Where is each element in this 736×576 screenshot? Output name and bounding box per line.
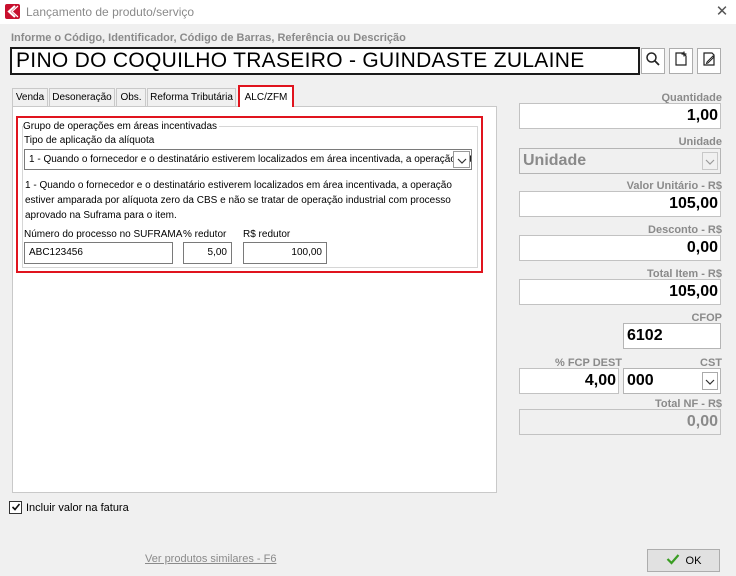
tipo-aplicacao-description: 1 - Quando o fornecedor e o destinatário… bbox=[25, 180, 452, 221]
search-button[interactable] bbox=[641, 48, 665, 74]
tab-reforma-tributaria[interactable]: Reforma Tributária bbox=[147, 88, 236, 106]
cst-dropdown-button[interactable] bbox=[702, 372, 718, 390]
cst-value: 000 bbox=[627, 372, 654, 389]
unidade-dropdown-button[interactable] bbox=[702, 152, 718, 170]
new-product-button[interactable] bbox=[669, 48, 693, 74]
suframa-label: Número do processo no SUFRAMA bbox=[24, 229, 183, 240]
chevron-down-icon bbox=[705, 149, 715, 173]
edit-product-button[interactable] bbox=[697, 48, 721, 74]
ok-label: OK bbox=[685, 554, 702, 567]
search-caption: Informe o Código, Identificador, Código … bbox=[11, 32, 406, 44]
cfop-select[interactable]: 6102 bbox=[623, 323, 721, 349]
tipo-aplicacao-dropdown-button[interactable] bbox=[453, 151, 470, 168]
cst-select[interactable]: 000 bbox=[623, 368, 721, 394]
total-nf-field: 0,00 bbox=[519, 409, 721, 435]
tab-desoneracao[interactable]: Desoneração bbox=[49, 88, 115, 106]
group-title: Grupo de operações em áreas incentivadas bbox=[23, 121, 220, 132]
edit-document-icon bbox=[701, 51, 717, 72]
checkmark-icon bbox=[11, 499, 21, 517]
fcp-dest-input[interactable]: 4,00 bbox=[519, 368, 619, 394]
total-item-input[interactable]: 105,00 bbox=[519, 279, 721, 305]
similar-products-link[interactable]: Ver produtos similares - F6 bbox=[145, 553, 276, 565]
search-icon bbox=[645, 51, 661, 72]
ok-button[interactable]: OK bbox=[647, 549, 720, 572]
incluir-valor-label: Incluir valor na fatura bbox=[26, 502, 129, 514]
title-bar: Lançamento de produto/serviço ✕ bbox=[0, 0, 736, 24]
suframa-process-input[interactable]: ABC123456 bbox=[24, 242, 173, 264]
tab-obs[interactable]: Obs. bbox=[116, 88, 146, 106]
unidade-label: Unidade bbox=[678, 136, 722, 148]
tab-venda[interactable]: Venda bbox=[12, 88, 48, 106]
unidade-value: Unidade bbox=[523, 152, 587, 169]
cfop-value: 6102 bbox=[627, 327, 663, 344]
incluir-valor-checkbox[interactable] bbox=[9, 501, 22, 514]
chevron-down-icon bbox=[705, 369, 715, 393]
pct-redutor-label: % redutor bbox=[183, 229, 227, 240]
rs-redutor-input[interactable]: 100,00 bbox=[243, 242, 327, 264]
product-search-input[interactable]: PINO DO COQUILHO TRASEIRO - GUINDASTE ZU… bbox=[10, 47, 640, 75]
tipo-aplicacao-label: Tipo de aplicação da alíquota bbox=[24, 135, 155, 146]
app-logo-icon bbox=[5, 4, 20, 19]
add-document-icon bbox=[673, 51, 689, 72]
tab-alc-zfm[interactable]: ALC/ZFM bbox=[238, 85, 294, 107]
desconto-input[interactable]: 0,00 bbox=[519, 235, 721, 261]
tipo-aplicacao-select[interactable]: 1 - Quando o fornecedor e o destinatário… bbox=[24, 149, 472, 170]
unidade-select[interactable]: Unidade bbox=[519, 148, 721, 174]
window-title: Lançamento de produto/serviço bbox=[26, 5, 195, 19]
valor-unitario-input[interactable]: 105,00 bbox=[519, 191, 721, 217]
rs-redutor-label: R$ redutor bbox=[243, 229, 291, 240]
close-window-button[interactable]: ✕ bbox=[711, 2, 733, 22]
pct-redutor-input[interactable]: 5,00 bbox=[183, 242, 232, 264]
check-icon bbox=[666, 553, 680, 568]
quantidade-input[interactable]: 1,00 bbox=[519, 103, 721, 129]
chevron-down-icon bbox=[457, 151, 467, 169]
